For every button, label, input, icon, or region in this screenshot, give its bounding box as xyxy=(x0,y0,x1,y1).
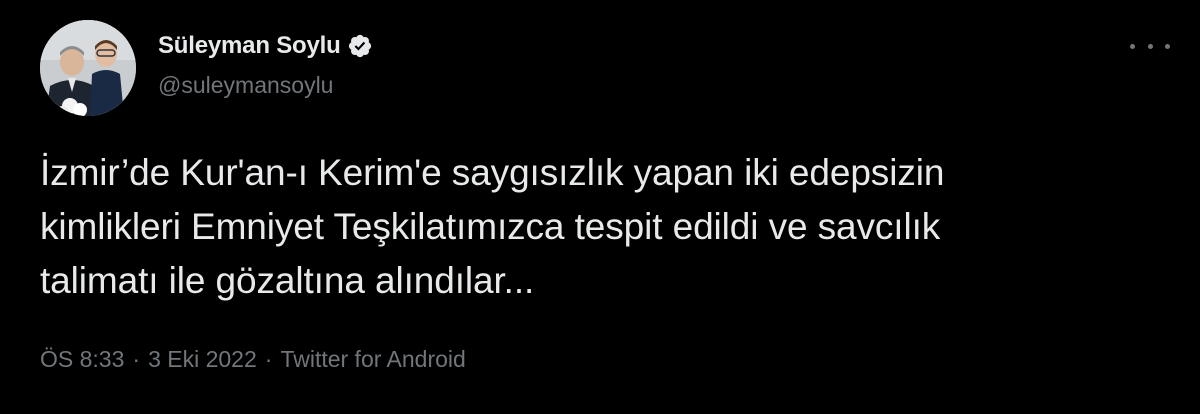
author-display-name[interactable]: Süleyman Soylu xyxy=(158,32,341,60)
author-row: Süleyman Soylu xyxy=(158,28,373,64)
tweet-card: Süleyman Soylu @suleymansoylu İzmir’de K… xyxy=(0,0,1200,414)
more-dot xyxy=(1147,43,1153,49)
tweet-text-line: talimatı ile gözaltına alındılar... xyxy=(40,260,535,301)
more-options-icon[interactable] xyxy=(1130,34,1170,58)
verified-badge-icon xyxy=(347,33,373,59)
tweet-text-line: kimlikleri Emniyet Teşkilatımızca tespit… xyxy=(40,206,941,247)
tweet-text-line: İzmir’de Kur'an-ı Kerim'e saygısızlık ya… xyxy=(40,152,945,193)
avatar[interactable] xyxy=(40,20,136,116)
more-dot xyxy=(1130,43,1135,49)
meta-separator: · xyxy=(264,346,273,372)
tweet-text: İzmir’de Kur'an-ı Kerim'e saygısızlık ya… xyxy=(40,146,1170,308)
tweet-metadata: ÖS 8:33 · 3 Eki 2022 · Twitter for Andro… xyxy=(40,346,466,373)
author-handle[interactable]: @suleymansoylu xyxy=(158,72,333,99)
tweet-date[interactable]: 3 Eki 2022 xyxy=(148,346,257,373)
tweet-source[interactable]: Twitter for Android xyxy=(280,346,465,373)
more-dot xyxy=(1165,43,1170,49)
tweet-time[interactable]: ÖS 8:33 xyxy=(40,346,124,373)
meta-separator: · xyxy=(132,346,141,372)
